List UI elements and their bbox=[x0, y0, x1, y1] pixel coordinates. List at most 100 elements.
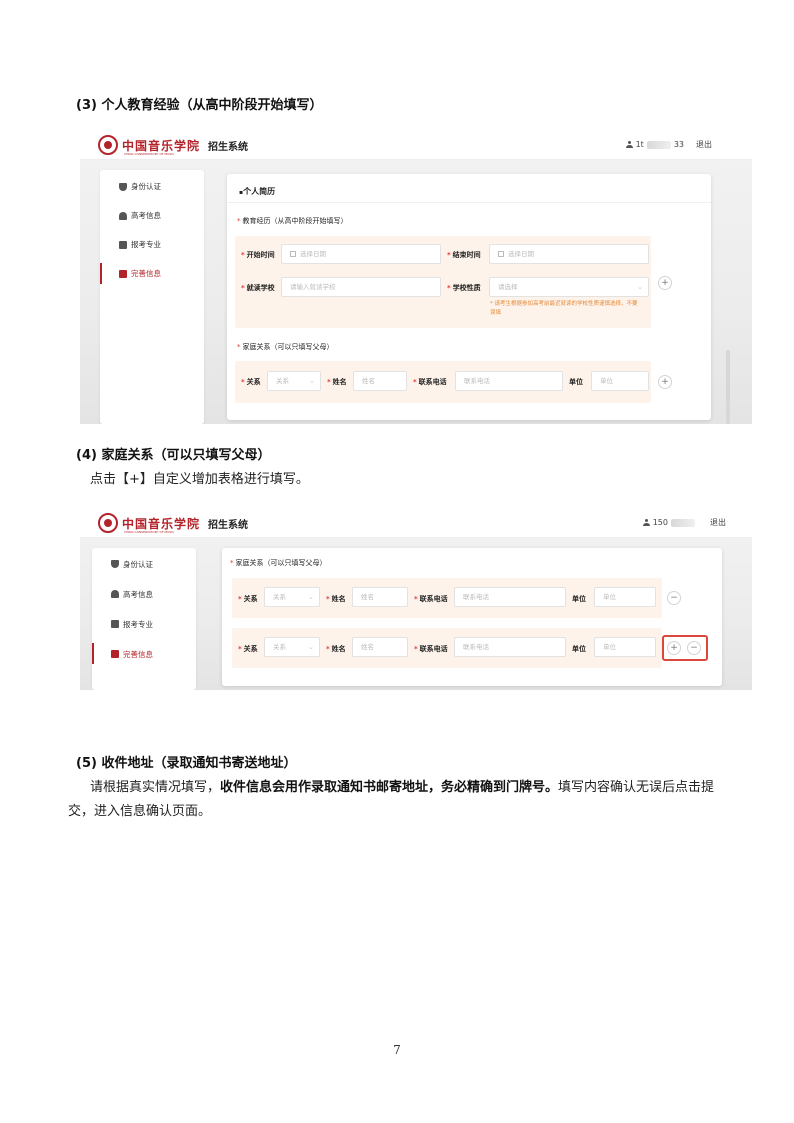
add-family-row-button[interactable]: + bbox=[667, 641, 681, 655]
phone-input[interactable]: 联系电话 bbox=[455, 371, 563, 391]
start-time-label: * 开始时间 bbox=[241, 251, 275, 259]
logo-text: 中国音乐学院 bbox=[122, 138, 201, 153]
resume-card: ▪个人简历 * 教育经历（从高中阶段开始填写） * 开始时间 选择日期 * 结束时间 … bbox=[227, 174, 711, 420]
remove-family-row-button[interactable]: − bbox=[687, 641, 701, 655]
name-label: * 姓名 bbox=[326, 595, 346, 603]
family-row-2: * 关系 关系 ⌄ * 姓名 姓名 * 联系电话 联系电话 单位 单位 bbox=[232, 628, 662, 668]
relation-label: * 关系 bbox=[238, 595, 258, 603]
family-section-label: * 家庭关系（可以只填写父母） bbox=[237, 343, 334, 351]
redacted-blur bbox=[646, 140, 671, 149]
section5-heading: (5) 收件地址（录取通知书寄送地址） bbox=[76, 756, 297, 771]
end-time-input[interactable]: 选择日期 bbox=[489, 244, 649, 264]
redacted-blur bbox=[671, 518, 695, 527]
sidebar-item-complete-info[interactable]: 完善信息 bbox=[100, 259, 204, 288]
phone-input[interactable]: 联系电话 bbox=[454, 637, 566, 657]
name-label: * 姓名 bbox=[326, 645, 346, 653]
phone-label: * 联系电话 bbox=[413, 378, 447, 386]
name-label: * 姓名 bbox=[327, 378, 347, 386]
chevron-down-icon: ⌄ bbox=[309, 377, 315, 385]
relation-label: * 关系 bbox=[241, 378, 261, 386]
user-id-prefix: 1t bbox=[635, 140, 644, 149]
section5-paragraph: 请根据真实情况填写，收件信息会用作录取通知书邮寄地址，务必精确到门牌号。填写内容… bbox=[68, 776, 732, 824]
add-education-button[interactable]: + bbox=[658, 276, 672, 290]
family-panel: * 关系 关系 ⌄ * 姓名 姓名 * 联系电话 联系电话 单位 单位 bbox=[235, 361, 651, 403]
relation-select[interactable]: 关系 ⌄ bbox=[264, 637, 320, 657]
school-type-hint: * 请考生根据参加高考前最近就读的学校性质谨慎选择，不要误填 bbox=[490, 301, 638, 316]
chevron-down-icon: ⌄ bbox=[308, 593, 314, 601]
logout-link[interactable]: 退出 bbox=[710, 517, 726, 528]
app-header: 中国音乐学院 招生系统 CHINA CONSERVATORY OF MUSIC … bbox=[80, 130, 752, 160]
school-input[interactable]: 请输入就读学校 bbox=[281, 277, 441, 297]
card-title: ▪个人简历 bbox=[239, 187, 276, 196]
section4-heading: (4) 家庭关系（可以只填写父母） bbox=[76, 448, 271, 463]
sidebar: 身份认证 高考信息 报考专业 完善信息 bbox=[100, 170, 204, 424]
calendar-icon bbox=[498, 251, 504, 257]
name-input[interactable]: 姓名 bbox=[352, 587, 408, 607]
relation-label: * 关系 bbox=[238, 645, 258, 653]
sidebar-item-identity[interactable]: 身份认证 bbox=[92, 549, 196, 579]
school-type-select[interactable]: 请选择 ⌄ bbox=[489, 277, 649, 297]
family-section-label: * 家庭关系（可以只填写父母） bbox=[230, 559, 327, 567]
section5-text-bold: 收件信息会用作录取通知书邮寄地址，务必精确到门牌号。 bbox=[220, 780, 559, 795]
chevron-down-icon: ⌄ bbox=[637, 283, 643, 291]
sidebar: 身份认证 高考信息 报考专业 完善信息 bbox=[92, 548, 196, 690]
user-icon bbox=[642, 519, 650, 526]
section3-heading: (3) 个人教育经验（从高中阶段开始填写） bbox=[76, 98, 323, 113]
sidebar-item-complete-info[interactable]: 完善信息 bbox=[92, 639, 196, 669]
unit-input[interactable]: 单位 bbox=[594, 587, 656, 607]
shield-icon bbox=[119, 182, 127, 191]
phone-label: * 联系电话 bbox=[414, 595, 448, 603]
edit-icon bbox=[111, 650, 119, 658]
user-area: 1t 33 退出 bbox=[625, 139, 712, 150]
logo-subtext: CHINA CONSERVATORY OF MUSIC bbox=[124, 530, 175, 534]
system-title: 招生系统 bbox=[208, 141, 249, 153]
unit-label: 单位 bbox=[572, 595, 586, 603]
section4-instruction: 点击【+】自定义增加表格进行填写。 bbox=[90, 472, 309, 487]
sidebar-item-major[interactable]: 报考专业 bbox=[92, 609, 196, 639]
education-panel: * 开始时间 选择日期 * 结束时间 选择日期 * 就读学校 请输入就读学校 * 学校性… bbox=[235, 236, 651, 328]
user-area: 150 退出 bbox=[642, 517, 726, 528]
logout-link[interactable]: 退出 bbox=[696, 139, 712, 150]
start-time-input[interactable]: 选择日期 bbox=[281, 244, 441, 264]
end-time-label: * 结束时间 bbox=[447, 251, 481, 259]
phone-input[interactable]: 联系电话 bbox=[454, 587, 566, 607]
phone-label: * 联系电话 bbox=[414, 645, 448, 653]
book-icon bbox=[111, 620, 119, 628]
unit-input[interactable]: 单位 bbox=[594, 637, 656, 657]
sidebar-item-identity[interactable]: 身份认证 bbox=[100, 172, 204, 201]
chevron-down-icon: ⌄ bbox=[308, 643, 314, 651]
graduation-cap-icon bbox=[111, 590, 119, 598]
screenshot-family: 中国音乐学院 招生系统 CHINA CONSERVATORY OF MUSIC … bbox=[80, 508, 752, 690]
unit-label: 单位 bbox=[572, 645, 586, 653]
sidebar-item-gaokao[interactable]: 高考信息 bbox=[92, 579, 196, 609]
family-row-1: * 关系 关系 ⌄ * 姓名 姓名 * 联系电话 联系电话 单位 单位 bbox=[232, 578, 662, 618]
app-header: 中国音乐学院 招生系统 CHINA CONSERVATORY OF MUSIC … bbox=[80, 508, 752, 538]
name-input[interactable]: 姓名 bbox=[353, 371, 407, 391]
logo-emblem-icon bbox=[98, 513, 118, 533]
user-id-suffix: 33 bbox=[673, 140, 684, 149]
system-title: 招生系统 bbox=[208, 519, 249, 531]
remove-family-row-button[interactable]: − bbox=[667, 591, 681, 605]
logo-text: 中国音乐学院 bbox=[122, 516, 201, 531]
user-icon bbox=[625, 141, 633, 148]
section5-text-before: 请根据真实情况填写， bbox=[90, 780, 221, 795]
unit-label: 单位 bbox=[569, 378, 583, 386]
scrollbar[interactable] bbox=[726, 350, 730, 424]
unit-input[interactable]: 单位 bbox=[591, 371, 649, 391]
logo-emblem-icon bbox=[98, 135, 118, 155]
name-input[interactable]: 姓名 bbox=[352, 637, 408, 657]
screenshot-education: 中国音乐学院 招生系统 CHINA CONSERVATORY OF MUSIC … bbox=[80, 130, 752, 424]
shield-icon bbox=[111, 560, 119, 568]
sidebar-item-major[interactable]: 报考专业 bbox=[100, 230, 204, 259]
relation-select[interactable]: 关系 ⌄ bbox=[264, 587, 320, 607]
graduation-cap-icon bbox=[119, 211, 127, 220]
book-icon bbox=[119, 240, 127, 249]
calendar-icon bbox=[290, 251, 296, 257]
user-id-prefix: 150 bbox=[652, 518, 668, 527]
relation-select[interactable]: 关系 ⌄ bbox=[267, 371, 321, 391]
education-section-label: * 教育经历（从高中阶段开始填写） bbox=[237, 217, 348, 225]
add-family-button[interactable]: + bbox=[658, 375, 672, 389]
page-number: 7 bbox=[393, 1043, 401, 1057]
sidebar-item-gaokao[interactable]: 高考信息 bbox=[100, 201, 204, 230]
school-label: * 就读学校 bbox=[241, 284, 275, 292]
